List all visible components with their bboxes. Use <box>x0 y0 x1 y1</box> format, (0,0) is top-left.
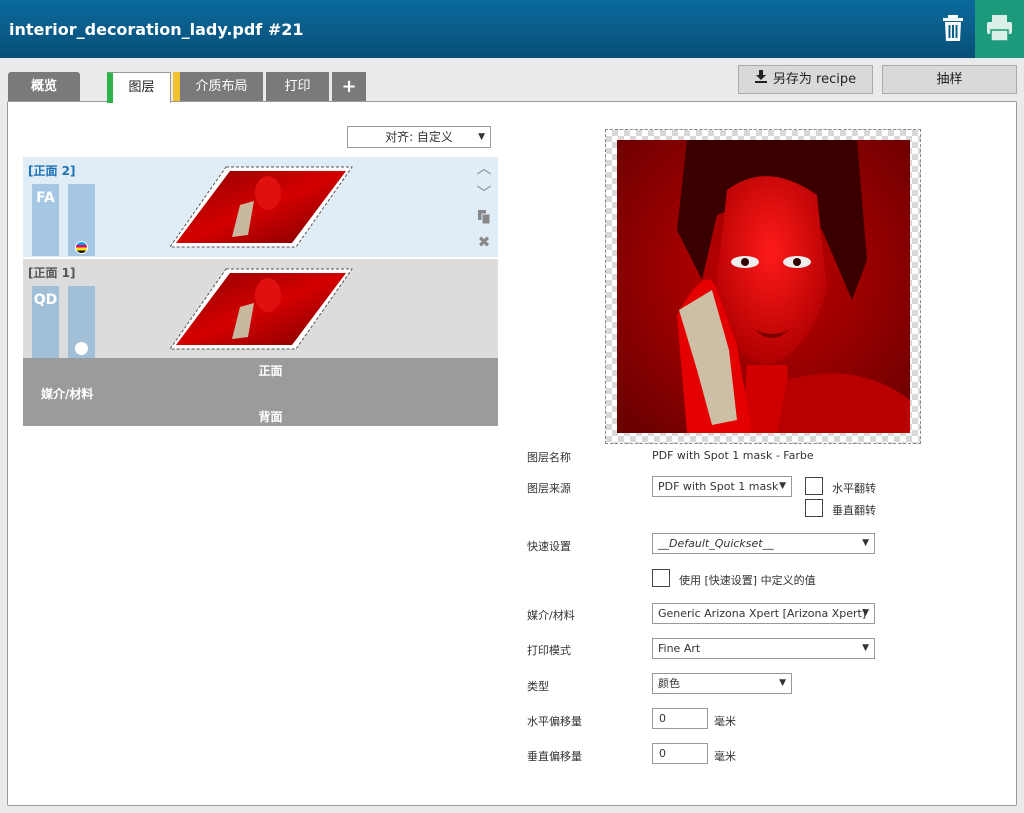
tab-overview[interactable]: 概览 <box>8 72 80 102</box>
layer-source-select[interactable]: PDF with Spot 1 mask ▼ <box>652 476 792 497</box>
trash-icon[interactable] <box>936 10 970 46</box>
cmyk-icon <box>75 241 88 254</box>
v-offset-label: 垂直偏移量 <box>527 750 582 763</box>
align-value: 对齐: 自定义 <box>385 130 453 144</box>
preview-image <box>617 140 910 433</box>
caret-down-icon: ▼ <box>862 608 869 618</box>
layer-thumbnail <box>168 165 354 249</box>
document-title: interior_decoration_lady.pdf #21 <box>9 20 304 39</box>
delete-icon[interactable]: ✖ <box>475 233 493 251</box>
app-header: interior_decoration_lady.pdf #21 <box>0 0 1024 58</box>
flip-horizontal-label: 水平翻转 <box>832 482 876 495</box>
h-offset-label: 水平偏移量 <box>527 715 582 728</box>
ink-bar <box>68 286 95 358</box>
print-mode-select[interactable]: Fine Art ▼ <box>652 638 875 659</box>
type-value: 颜色 <box>658 677 680 690</box>
layer-source-value: PDF with Spot 1 mask <box>658 480 779 493</box>
media-select[interactable]: Generic Arizona Xpert [Arizona Xpert] ▼ <box>652 603 875 624</box>
align-select[interactable]: 对齐: 自定义 ▼ <box>347 126 491 148</box>
tab-layers[interactable]: 图层 <box>107 72 171 103</box>
layer-row-front-1[interactable]: [正面 1] QD <box>23 258 498 358</box>
layer-source-label: 图层来源 <box>527 482 571 495</box>
flip-vertical-checkbox[interactable] <box>805 499 823 517</box>
print-mode-label: 打印模式 <box>527 644 571 657</box>
move-down-icon[interactable]: ﹀ <box>475 184 493 202</box>
caret-down-icon: ▼ <box>779 678 786 688</box>
printer-icon <box>987 15 1012 42</box>
layer-code-bar: QD <box>32 286 59 358</box>
ink-bar <box>68 184 95 256</box>
caret-down-icon: ▼ <box>862 643 869 653</box>
media-label: 媒介/材料 <box>527 609 575 622</box>
quickset-select[interactable]: __Default_Quickset__ ▼ <box>652 533 875 554</box>
h-offset-input[interactable]: 0 <box>652 708 708 729</box>
layer-code: QD <box>33 292 58 308</box>
print-mode-value: Fine Art <box>658 642 701 655</box>
layer-thumbnail <box>168 267 354 351</box>
layer-name-label: 图层名称 <box>527 451 571 464</box>
back-label: 背面 <box>258 410 283 424</box>
media-value: Generic Arizona Xpert [Arizona Xpert] <box>658 607 867 620</box>
white-ink-icon <box>75 342 88 355</box>
tab-media-layout[interactable]: 介质布局 <box>173 72 263 102</box>
h-offset-unit: 毫米 <box>714 715 736 728</box>
v-offset-input[interactable]: 0 <box>652 743 708 764</box>
save-recipe-label: 另存为 recipe <box>772 72 857 87</box>
media-label: 媒介/材料 <box>41 387 94 401</box>
flip-vertical-label: 垂直翻转 <box>832 504 876 517</box>
layer-preview <box>605 129 921 444</box>
sample-button[interactable]: 抽样 <box>882 65 1017 94</box>
quickset-label: 快速设置 <box>527 540 571 553</box>
layer-code-bar: FA <box>32 184 59 256</box>
layer-name-value: PDF with Spot 1 mask - Farbe <box>652 449 814 462</box>
caret-down-icon: ▼ <box>779 481 786 491</box>
download-icon <box>754 66 767 93</box>
layer-label: [正面 1] <box>28 266 76 280</box>
caret-down-icon: ▼ <box>478 132 485 142</box>
use-quickset-label: 使用 [快速设置] 中定义的值 <box>679 574 816 587</box>
layer-row-front-2[interactable]: [正面 2] FA ︿ ﹀ ✖ <box>23 157 498 257</box>
layer-label: [正面 2] <box>28 164 76 178</box>
duplicate-icon[interactable] <box>475 209 493 227</box>
add-tab-button[interactable]: + <box>332 72 366 102</box>
front-label: 正面 <box>258 364 283 378</box>
tab-print[interactable]: 打印 <box>266 72 329 102</box>
flip-horizontal-checkbox[interactable] <box>805 477 823 495</box>
type-label: 类型 <box>527 680 549 693</box>
caret-down-icon: ▼ <box>862 538 869 548</box>
use-quickset-checkbox[interactable] <box>652 569 670 587</box>
save-recipe-button[interactable]: 另存为 recipe <box>738 65 873 94</box>
media-band: 正面 媒介/材料 背面 <box>23 358 498 426</box>
layer-code: FA <box>36 190 55 206</box>
quickset-value: __Default_Quickset__ <box>658 537 774 550</box>
type-select[interactable]: 颜色 ▼ <box>652 673 792 694</box>
move-up-icon[interactable]: ︿ <box>475 159 493 177</box>
print-button[interactable] <box>975 0 1024 58</box>
v-offset-unit: 毫米 <box>714 750 736 763</box>
